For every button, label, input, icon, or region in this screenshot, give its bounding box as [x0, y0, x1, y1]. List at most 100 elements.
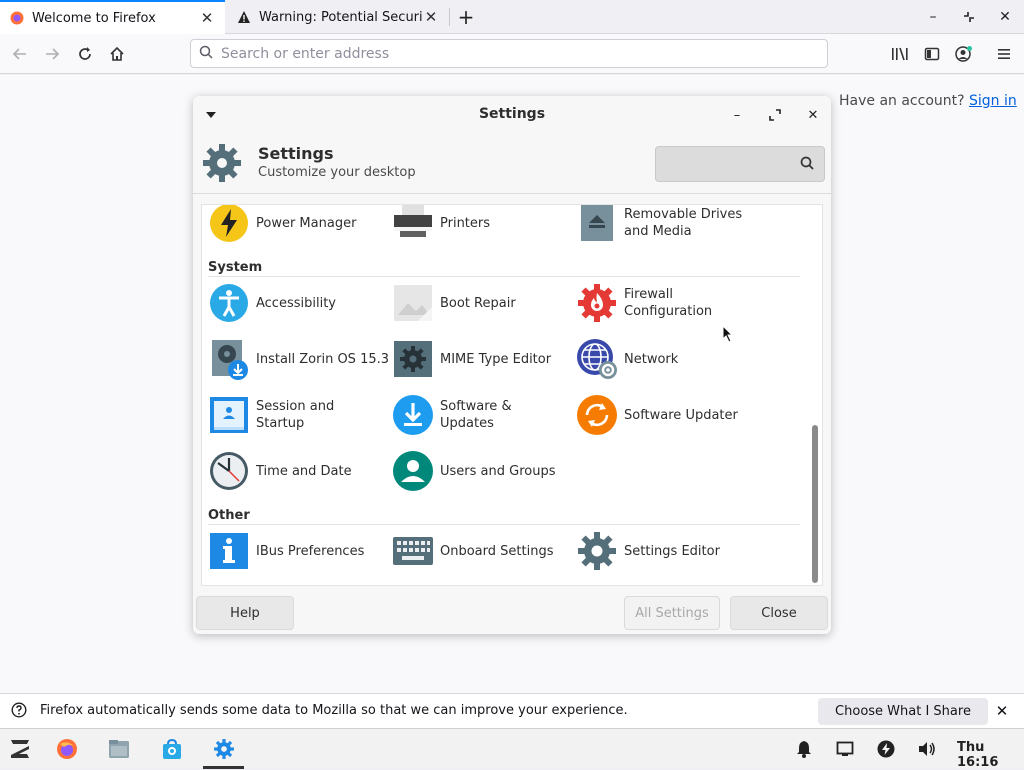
item-removable-drives[interactable]: Removable Drives and Media [576, 205, 761, 247]
choose-what-i-share-button[interactable]: Choose What I Share [818, 698, 988, 725]
notifications-bell-icon[interactable] [790, 735, 818, 763]
printer-icon [392, 205, 434, 244]
warning-icon [237, 10, 251, 24]
item-ibus-preferences[interactable]: IBus Preferences [208, 527, 393, 575]
users-icon [392, 450, 434, 492]
address-bar[interactable] [190, 39, 828, 68]
section-divider [208, 524, 800, 525]
settings-search-field[interactable] [655, 146, 825, 182]
settings-gear-icon [201, 142, 243, 188]
settings-taskbar-icon[interactable] [210, 735, 238, 763]
power-manager-icon [208, 205, 250, 244]
item-time-date[interactable]: Time and Date [208, 447, 393, 495]
item-install-zorin[interactable]: Install Zorin OS 15.3 [208, 335, 393, 383]
new-tab-button[interactable]: + [455, 5, 477, 29]
header-title: Settings [258, 144, 334, 163]
menu-icon[interactable] [992, 42, 1016, 66]
item-label: Network [624, 351, 679, 367]
search-icon [800, 156, 814, 174]
close-window-button[interactable]: ✕ [994, 6, 1016, 28]
item-accessibility[interactable]: Accessibility [208, 279, 393, 327]
item-firewall[interactable]: Firewall Configuration [576, 279, 761, 327]
close-notification-icon[interactable]: ✕ [993, 700, 1011, 722]
power-icon[interactable] [872, 735, 900, 763]
mouse-cursor-icon [722, 324, 734, 347]
item-label: IBus Preferences [256, 543, 365, 559]
item-label: Power Manager [256, 215, 357, 231]
sign-in-link[interactable]: Sign in [969, 93, 1017, 109]
navigation-toolbar [0, 34, 1024, 74]
item-software-updates[interactable]: Software & Updates [392, 391, 577, 439]
tab-label: Welcome to Firefox [32, 10, 156, 26]
scrollbar[interactable] [812, 425, 818, 583]
sidebar-icon[interactable] [920, 42, 944, 66]
item-printers[interactable]: Printers [392, 205, 577, 247]
volume-icon[interactable] [913, 735, 941, 763]
item-label: Onboard Settings [440, 543, 554, 559]
minimize-button[interactable]: – [922, 6, 944, 28]
data-collection-notification: Firefox automatically sends some data to… [0, 693, 1024, 728]
software-updates-icon [392, 394, 434, 436]
item-software-updater[interactable]: Software Updater [576, 391, 761, 439]
tab-welcome[interactable]: Welcome to Firefox ✕ [0, 0, 225, 34]
search-icon [199, 45, 213, 63]
removable-drive-icon [576, 205, 618, 244]
gear-icon [576, 530, 618, 572]
item-settings-editor[interactable]: Settings Editor [576, 527, 761, 575]
item-label: Firewall Configuration [624, 287, 713, 319]
mime-editor-icon [392, 338, 434, 380]
home-icon[interactable] [105, 42, 129, 66]
close-tab-icon[interactable]: ✕ [423, 8, 439, 26]
notification-text: Firefox automatically sends some data to… [40, 703, 628, 718]
install-disk-icon [208, 338, 250, 380]
settings-search-input[interactable] [664, 155, 794, 170]
tab-warning[interactable]: Warning: Potential Securit ✕ [227, 0, 449, 34]
all-settings-button[interactable]: All Settings [624, 596, 720, 630]
dialog-maximize-button[interactable] [765, 105, 785, 125]
section-label-system: System [208, 260, 263, 275]
help-circle-icon [11, 702, 27, 722]
tab-label: Warning: Potential Securit [259, 9, 423, 25]
firefox-icon [10, 11, 24, 25]
item-boot-repair[interactable]: Boot Repair [392, 279, 577, 327]
dialog-titlebar: Settings – ✕ [193, 96, 831, 134]
close-button[interactable]: Close [730, 596, 828, 630]
reload-icon[interactable] [73, 42, 97, 66]
address-input[interactable] [221, 45, 781, 62]
item-label: Session and Startup [256, 399, 335, 431]
back-icon[interactable] [8, 42, 32, 66]
dialog-minimize-button[interactable]: – [727, 105, 747, 125]
item-mime-type-editor[interactable]: MIME Type Editor [392, 335, 577, 383]
item-label: Printers [440, 215, 491, 231]
tab-bar: Welcome to Firefox ✕ Warning: Potential … [0, 0, 1024, 34]
item-label: Software & Updates [440, 399, 512, 431]
item-users-groups[interactable]: Users and Groups [392, 447, 577, 495]
firewall-icon [576, 282, 618, 324]
account-icon[interactable] [952, 42, 976, 66]
account-prompt-text: Have an account? [839, 93, 965, 109]
library-icon[interactable] [888, 42, 912, 66]
settings-grid: Power Manager Printers Removable Drives a… [201, 204, 823, 586]
item-label: Boot Repair [440, 295, 516, 311]
boot-repair-icon [392, 282, 434, 324]
close-tab-icon[interactable]: ✕ [199, 9, 215, 27]
item-onboard-settings[interactable]: Onboard Settings [392, 527, 577, 575]
account-prompt: Have an account? Sign in [839, 93, 1017, 109]
files-taskbar-icon[interactable] [105, 735, 133, 763]
software-updater-icon [576, 394, 618, 436]
display-icon[interactable] [831, 735, 859, 763]
clock[interactable]: Thu 16:16 [957, 740, 1024, 770]
firefox-taskbar-icon[interactable] [53, 735, 81, 763]
help-button[interactable]: Help [196, 596, 294, 630]
item-label: Software Updater [624, 407, 738, 423]
item-power-manager[interactable]: Power Manager [208, 205, 393, 247]
item-label: Accessibility [256, 295, 336, 311]
software-store-taskbar-icon[interactable] [158, 735, 186, 763]
restore-button[interactable] [958, 6, 980, 28]
dialog-close-button[interactable]: ✕ [803, 105, 823, 125]
item-session-startup[interactable]: Session and Startup [208, 391, 393, 439]
session-startup-icon [208, 394, 250, 436]
forward-icon[interactable] [40, 42, 64, 66]
zorin-menu-icon[interactable] [6, 735, 34, 763]
accessibility-icon [208, 282, 250, 324]
